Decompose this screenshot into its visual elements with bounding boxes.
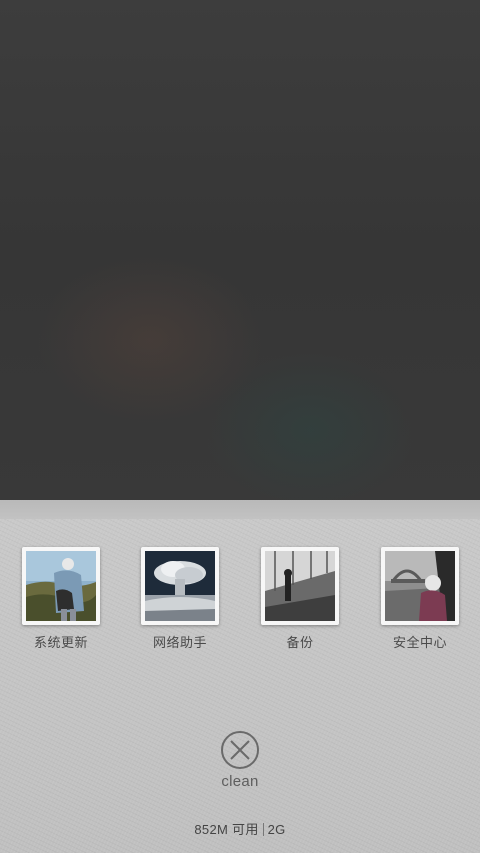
clean-label: clean xyxy=(221,773,259,790)
shortcut-security-center[interactable]: 安全中心 xyxy=(381,547,459,655)
memory-divider xyxy=(262,823,264,836)
shortcut-label: 备份 xyxy=(286,635,314,650)
memory-available: 852M 可用 xyxy=(194,822,259,837)
shortcut-network-assistant[interactable]: 网络助手 xyxy=(141,547,219,655)
network-assistant-thumbnail xyxy=(141,547,219,625)
shortcut-label: 系统更新 xyxy=(33,635,88,650)
memory-total: 2G xyxy=(267,822,286,837)
security-center-thumbnail xyxy=(381,547,459,625)
shortcut-label: 网络助手 xyxy=(152,635,207,650)
recent-apps-screen: 系统更新 网络助手 备份 安全中心 clean 852M 可用 2G xyxy=(0,0,480,853)
shortcut-label: 安全中心 xyxy=(392,635,447,650)
clean-button[interactable]: clean xyxy=(212,729,268,793)
shortcut-row: 系统更新 网络助手 备份 安全中心 xyxy=(0,547,480,657)
memory-status: 852M 可用 2G xyxy=(0,819,480,838)
shortcut-system-update[interactable]: 系统更新 xyxy=(22,547,100,655)
quick-panel: 系统更新 网络助手 备份 安全中心 clean 852M 可用 2G xyxy=(0,519,480,853)
backup-thumbnail xyxy=(261,547,339,625)
shortcut-backup[interactable]: 备份 xyxy=(261,547,339,655)
blurred-background[interactable] xyxy=(0,0,480,500)
panel-top-bar xyxy=(0,500,480,519)
clean-x-icon xyxy=(221,731,259,769)
system-update-thumbnail xyxy=(22,547,100,625)
